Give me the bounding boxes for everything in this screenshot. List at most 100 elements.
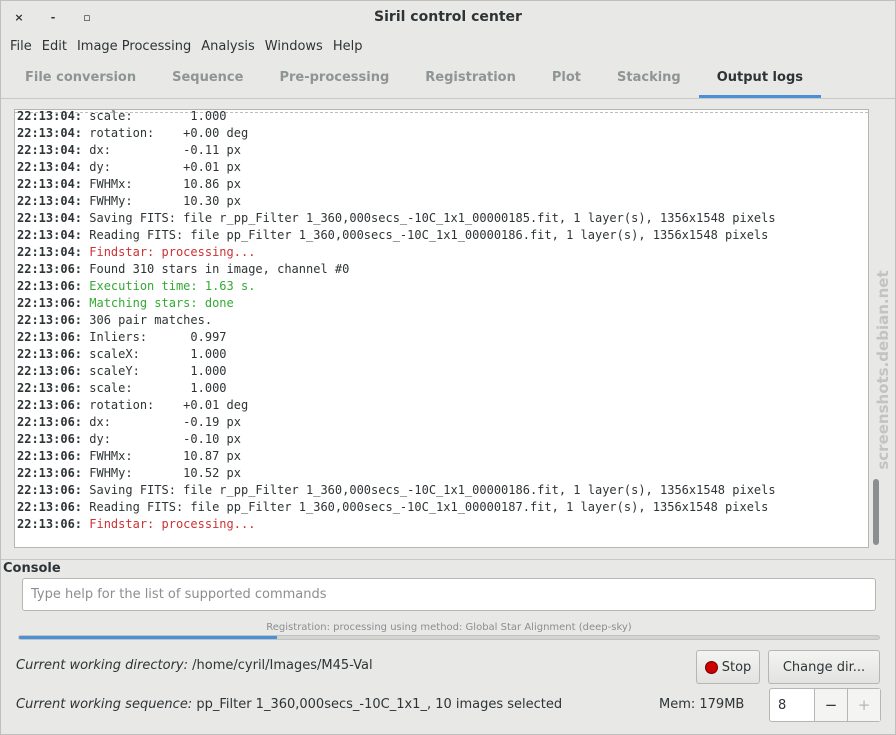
log-timestamp: 22:13:06: [17,330,83,344]
log-message: FWHMx: 10.86 px [82,177,241,191]
log-timestamp: 22:13:06: [17,313,83,327]
menu-windows[interactable]: Windows [260,35,328,59]
log-line: 22:13:04: FWHMx: 10.86 px [17,176,776,193]
watermark: screenshots.debian.net [873,251,893,491]
log-line: 22:13:06: dx: -0.19 px [17,414,776,431]
stop-button-label: Stop [721,659,752,675]
log-timestamp: 22:13:04: [17,160,83,174]
window-title: Siril control center [374,9,522,25]
log-timestamp: 22:13:06: [17,279,83,293]
log-message: dy: -0.10 px [82,432,241,446]
tab-output-logs[interactable]: Output logs [698,59,821,98]
log-message: FWHMy: 10.30 px [82,194,241,208]
log-timestamp: 22:13:04: [17,194,83,208]
log-timestamp: 22:13:04: [17,177,83,191]
log-message: dy: +0.01 px [82,160,241,174]
log-line: 22:13:06: scaleX: 1.000 [17,346,776,363]
menu-file[interactable]: File [5,35,37,59]
pane-divider[interactable] [1,559,895,560]
output-log-view[interactable]: 22:13:04: scale: 1.000 22:13:04: rotation… [14,109,869,548]
console-input[interactable] [22,578,876,611]
log-message: Saving FITS: file r_pp_Filter 1_360,000s… [82,211,776,225]
log-line: 22:13:06: dy: -0.10 px [17,431,776,448]
menu-edit[interactable]: Edit [37,35,72,59]
log-message: scaleX: 1.000 [82,347,227,361]
log-timestamp: 22:13:06: [17,347,83,361]
log-timestamp: 22:13:04: [17,126,83,140]
log-message: Execution time: 1.63 s. [82,279,256,293]
log-timestamp: 22:13:04: [17,228,83,242]
log-timestamp: 22:13:06: [17,262,83,276]
log-message: Reading FITS: file pp_Filter 1_360,000se… [82,500,769,514]
tab-sequence[interactable]: Sequence [154,59,261,98]
progress-bar [18,635,880,640]
stop-icon [704,660,718,674]
log-line: 22:13:06: rotation: +0.01 deg [17,397,776,414]
log-message: FWHMy: 10.52 px [82,466,241,480]
main-tabs: File conversion Sequence Pre-processing … [1,59,895,99]
log-message: dx: -0.19 px [82,415,241,429]
log-timestamp: 22:13:06: [17,483,83,497]
log-line: 22:13:06: Found 310 stars in image, chan… [17,261,776,278]
menu-bar: File Edit Image Processing Analysis Wind… [1,35,895,59]
log-message: Found 310 stars in image, channel #0 [82,262,350,276]
log-line: 22:13:06: Findstar: processing... [17,516,776,533]
memory-usage: Mem: 179MB [659,697,745,712]
log-timestamp: 22:13:06: [17,296,83,310]
tab-registration[interactable]: Registration [407,59,534,98]
tab-plot[interactable]: Plot [534,59,599,98]
log-line: 22:13:04: Findstar: processing... [17,244,776,261]
log-line: 22:13:06: scaleY: 1.000 [17,363,776,380]
log-line: 22:13:06: FWHMy: 10.52 px [17,465,776,482]
tab-stacking[interactable]: Stacking [599,59,699,98]
log-timestamp: 22:13:06: [17,398,83,412]
log-line: 22:13:06: FWHMx: 10.87 px [17,448,776,465]
change-dir-button-label: Change dir... [782,659,866,675]
log-timestamp: 22:13:04: [17,211,83,225]
log-timestamp: 22:13:04: [17,109,83,123]
title-bar: × - ▫ Siril control center [1,1,895,35]
cws-label: Current working sequence: [16,697,193,712]
log-line: 22:13:06: Matching stars: done [17,295,776,312]
increment-icon[interactable]: + [847,689,880,721]
log-message: Inliers: 0.997 [82,330,227,344]
tab-pre-processing[interactable]: Pre-processing [261,59,407,98]
menu-image-processing[interactable]: Image Processing [72,35,196,59]
log-message: scale: 1.000 [82,109,227,123]
log-message: Reading FITS: file pp_Filter 1_360,000se… [82,228,769,242]
log-line: 22:13:06: 306 pair matches. [17,312,776,329]
stop-button[interactable]: Stop [696,650,760,684]
menu-help[interactable]: Help [328,35,368,59]
log-message: scaleY: 1.000 [82,364,227,378]
log-timestamp: 22:13:06: [17,466,83,480]
threads-input[interactable] [770,689,814,721]
progress-bar-fill [19,636,277,639]
log-message: Matching stars: done [82,296,234,310]
siril-window: × - ▫ Siril control center File Edit Ima… [0,0,896,735]
tab-file-conversion[interactable]: File conversion [7,59,154,98]
log-message: Findstar: processing... [82,517,256,531]
menu-analysis[interactable]: Analysis [196,35,260,59]
log-line: 22:13:04: dx: -0.11 px [17,142,776,159]
log-line: 22:13:04: FWHMy: 10.30 px [17,193,776,210]
log-message: Saving FITS: file r_pp_Filter 1_360,000s… [82,483,776,497]
decrement-icon[interactable]: − [814,689,847,721]
log-timestamp: 22:13:06: [17,517,83,531]
log-line: 22:13:04: Saving FITS: file r_pp_Filter … [17,210,776,227]
log-line: 22:13:06: Saving FITS: file r_pp_Filter … [17,482,776,499]
log-timestamp: 22:13:06: [17,381,83,395]
log-timestamp: 22:13:04: [17,143,83,157]
log-message: Findstar: processing... [82,245,256,259]
log-line: 22:13:04: Reading FITS: file pp_Filter 1… [17,227,776,244]
log-timestamp: 22:13:06: [17,449,83,463]
log-line: 22:13:04: dy: +0.01 px [17,159,776,176]
current-working-sequence: Current working sequence: pp_Filter 1_36… [16,697,562,712]
log-message: scale: 1.000 [82,381,227,395]
cwd-label: Current working directory: [16,658,188,673]
log-line: 22:13:06: Inliers: 0.997 [17,329,776,346]
log-message: rotation: +0.00 deg [82,126,249,140]
log-message: 306 pair matches. [82,313,213,327]
console-label: Console [3,561,61,576]
change-dir-button[interactable]: Change dir... [768,650,880,684]
progress-status-text: Registration: processing using method: G… [266,622,632,633]
